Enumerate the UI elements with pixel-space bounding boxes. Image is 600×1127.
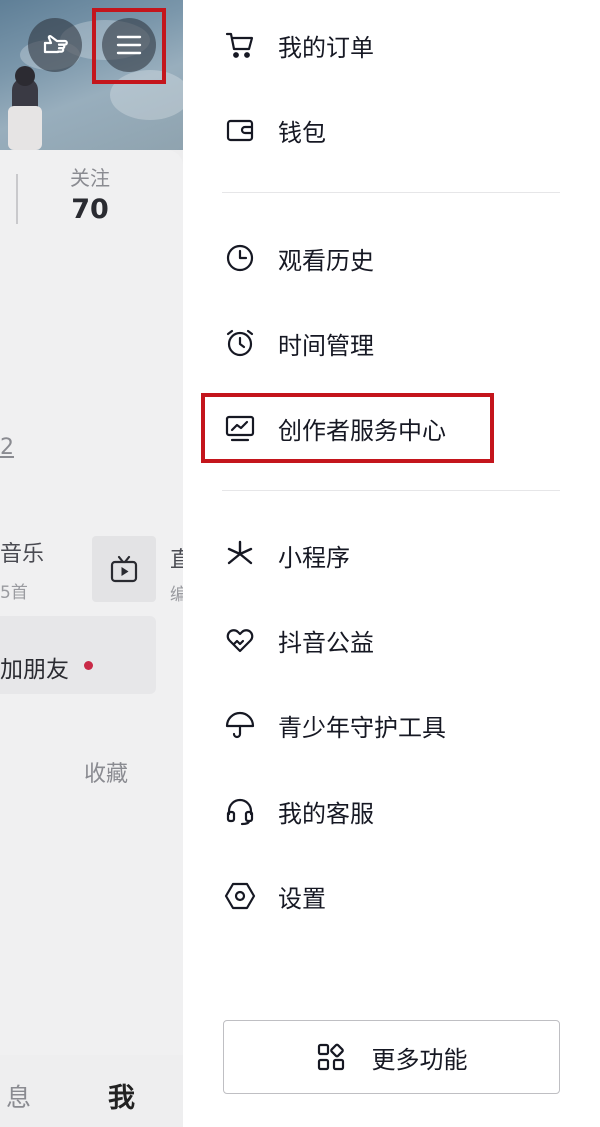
hand-pointer-button[interactable]: [28, 18, 82, 72]
menu-item-watch-history[interactable]: 观看历史: [222, 228, 374, 288]
menu-item-time-management[interactable]: 时间管理: [222, 313, 374, 373]
tab-messages[interactable]: 息: [6, 1078, 31, 1114]
menu-item-label: 青少年守护工具: [278, 713, 446, 742]
more-features-button[interactable]: 更多功能: [223, 1020, 560, 1094]
menu-item-youth-protection[interactable]: 青少年守护工具: [222, 695, 446, 755]
menu-item-label: 设置: [278, 884, 326, 913]
profile-card: 关注 70 2 音乐 5首 直 编 加朋友 收藏: [0, 150, 183, 1127]
tv-tile[interactable]: [92, 536, 156, 602]
menu-item-customer-service[interactable]: 我的客服: [222, 781, 374, 841]
notification-dot: [84, 661, 93, 670]
stat-divider: [16, 174, 18, 224]
heart-hands-icon: [222, 622, 258, 658]
clock-icon: [222, 240, 258, 276]
menu-item-wallet[interactable]: 钱包: [222, 100, 326, 160]
menu-item-my-orders[interactable]: 我的订单: [222, 15, 374, 75]
section-divider: [222, 192, 560, 193]
partial-title: 直: [170, 548, 183, 573]
grid-icon: [316, 1042, 346, 1072]
menu-item-charity[interactable]: 抖音公益: [222, 610, 374, 670]
hexagon-settings-icon: [222, 878, 258, 914]
menu-item-label: 抖音公益: [278, 628, 374, 657]
add-friend-label: 加朋友: [0, 657, 69, 683]
more-features-label: 更多功能: [371, 1045, 468, 1074]
umbrella-icon: [222, 707, 258, 743]
wallet-icon: [222, 112, 258, 148]
mini-program-icon: [222, 537, 258, 573]
menu-item-settings[interactable]: 设置: [222, 866, 326, 926]
follow-label: 关注: [70, 166, 110, 190]
cart-icon: [222, 27, 258, 63]
alarm-icon: [222, 325, 258, 361]
music-count: 5首: [0, 583, 28, 603]
tab-favorites[interactable]: 收藏: [84, 756, 128, 788]
tv-play-icon: [109, 554, 139, 584]
menu-item-label: 小程序: [278, 543, 350, 572]
menu-item-label: 观看历史: [278, 246, 374, 275]
menu-item-label: 时间管理: [278, 331, 374, 360]
section-divider: [222, 490, 560, 491]
menu-item-label: 钱包: [278, 118, 326, 147]
menu-item-mini-programs[interactable]: 小程序: [222, 525, 350, 585]
tab-me[interactable]: 我: [108, 1076, 135, 1115]
follow-count[interactable]: 70: [30, 194, 150, 225]
profile-page-dimmed: 关注 70 2 音乐 5首 直 编 加朋友 收藏 息 我: [0, 0, 183, 1127]
partial-subtitle: 编: [170, 585, 183, 605]
hand-pointer-icon: [40, 30, 70, 60]
menu-item-label: 我的客服: [278, 799, 374, 828]
headset-icon: [222, 793, 258, 829]
highlight-box-creator-center: [201, 393, 494, 463]
music-title[interactable]: 音乐: [0, 536, 44, 568]
menu-item-label: 我的订单: [278, 33, 374, 62]
partial-number-link[interactable]: 2: [0, 435, 14, 460]
highlight-box-menu: [92, 8, 166, 84]
